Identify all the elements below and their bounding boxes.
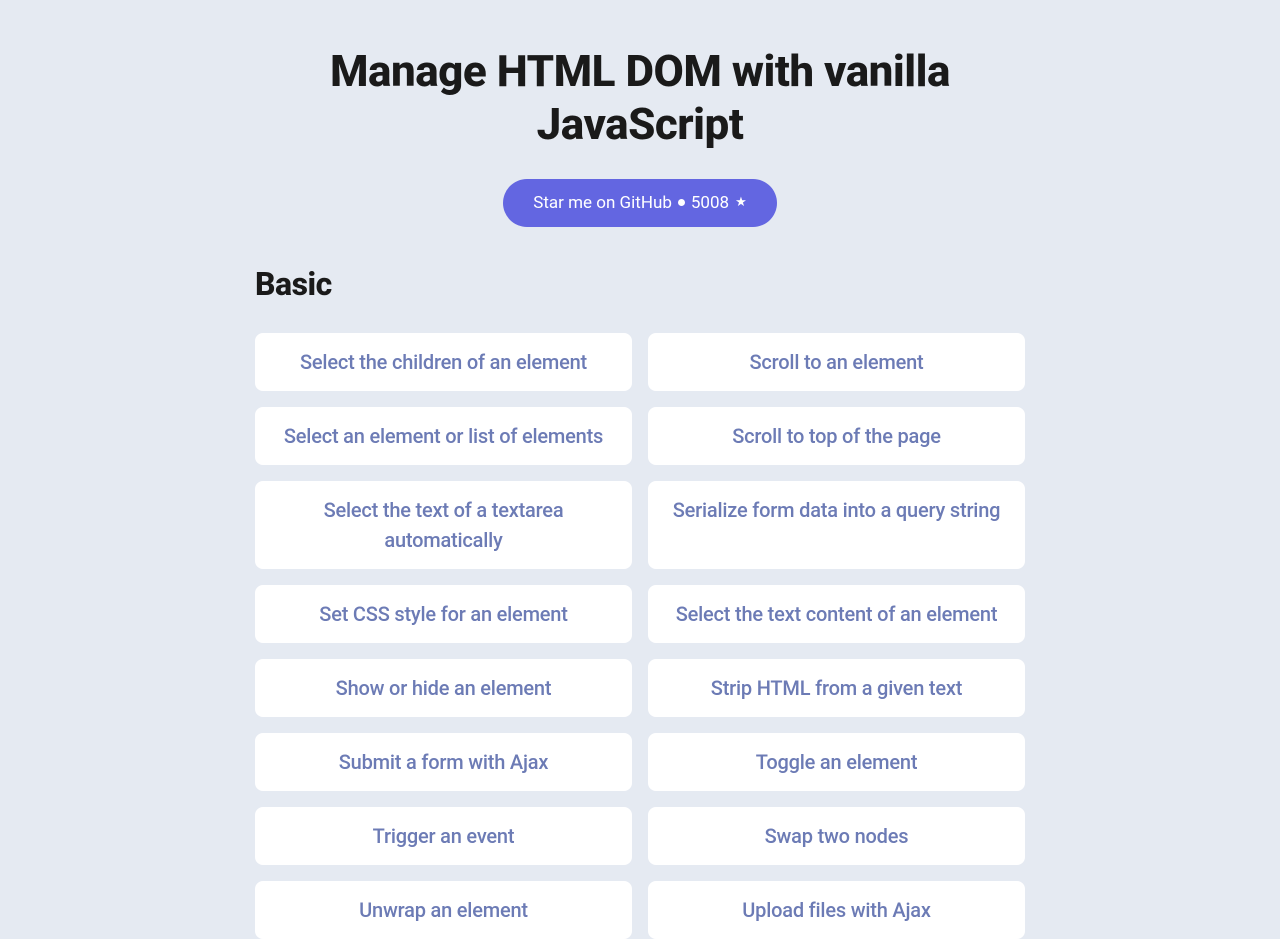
card-link[interactable]: Select the text content of an element	[648, 585, 1025, 643]
card-link[interactable]: Select an element or list of elements	[255, 407, 632, 465]
github-star-button[interactable]: Star me on GitHub 5008 ★	[503, 179, 777, 227]
card-link[interactable]: Toggle an element	[648, 733, 1025, 791]
card-label: Select the children of an element	[300, 347, 587, 377]
github-star-count: 5008	[691, 193, 729, 213]
card-link[interactable]: Set CSS style for an element	[255, 585, 632, 643]
card-label: Trigger an event	[373, 821, 515, 851]
card-label: Scroll to top of the page	[732, 421, 941, 451]
page-title: Manage HTML DOM with vanilla JavaScript	[255, 45, 1025, 151]
card-label: Serialize form data into a query string	[673, 495, 1001, 525]
card-link[interactable]: Swap two nodes	[648, 807, 1025, 865]
card-link[interactable]: Show or hide an element	[255, 659, 632, 717]
card-label: Set CSS style for an element	[319, 599, 567, 629]
card-label: Unwrap an element	[359, 895, 528, 925]
card-link[interactable]: Scroll to top of the page	[648, 407, 1025, 465]
card-label: Submit a form with Ajax	[339, 747, 548, 777]
card-label: Select the text content of an element	[676, 599, 998, 629]
card-label: Show or hide an element	[336, 673, 552, 703]
dot-separator-icon	[678, 199, 685, 206]
github-star-label: Star me on GitHub	[533, 193, 672, 213]
card-label: Select the text of a textarea automatica…	[275, 495, 612, 555]
card-link[interactable]: Upload files with Ajax	[648, 881, 1025, 939]
card-link[interactable]: Scroll to an element	[648, 333, 1025, 391]
card-link[interactable]: Strip HTML from a given text	[648, 659, 1025, 717]
card-link[interactable]: Trigger an event	[255, 807, 632, 865]
card-link[interactable]: Submit a form with Ajax	[255, 733, 632, 791]
card-label: Swap two nodes	[765, 821, 909, 851]
star-icon: ★	[735, 196, 747, 209]
card-label: Scroll to an element	[750, 347, 924, 377]
card-label: Select an element or list of elements	[284, 421, 603, 451]
card-link[interactable]: Unwrap an element	[255, 881, 632, 939]
card-label: Upload files with Ajax	[742, 895, 930, 925]
card-link[interactable]: Select the children of an element	[255, 333, 632, 391]
card-grid: Select the children of an element Scroll…	[255, 333, 1025, 939]
card-link[interactable]: Select the text of a textarea automatica…	[255, 481, 632, 569]
card-link[interactable]: Serialize form data into a query string	[648, 481, 1025, 569]
card-label: Strip HTML from a given text	[711, 673, 962, 703]
card-label: Toggle an element	[756, 747, 918, 777]
section-heading-basic: Basic	[255, 265, 1025, 303]
